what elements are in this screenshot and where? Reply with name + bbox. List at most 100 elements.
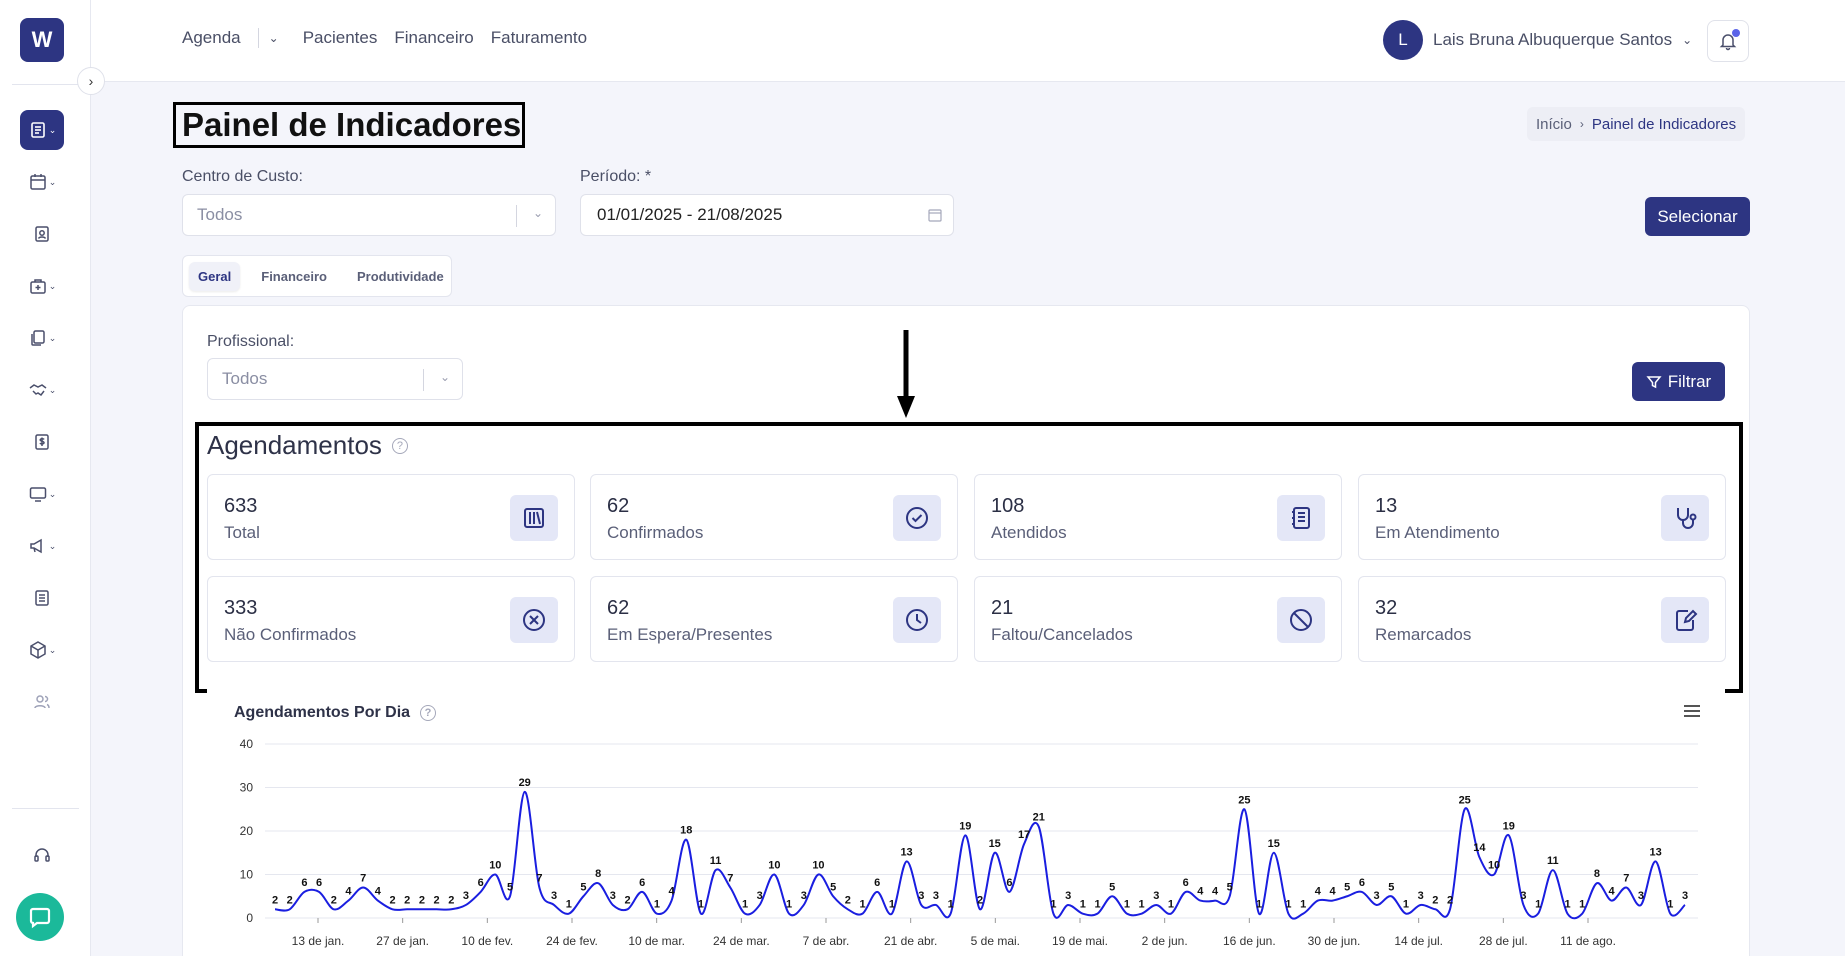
sidebar-item-users[interactable] [20, 682, 64, 722]
stat-value: 13 [1375, 495, 1398, 517]
centro-custo-select[interactable]: Todos ⌄ [182, 194, 556, 236]
data-label: 4 [1609, 886, 1616, 898]
data-label: 3 [933, 890, 939, 902]
selecionar-button[interactable]: Selecionar [1645, 197, 1750, 236]
x-tick-label: 16 de jun. [1223, 934, 1276, 948]
chart-title-text: Agendamentos Por Dia [234, 704, 411, 721]
data-label: 2 [845, 894, 851, 906]
data-label: 2 [1432, 894, 1438, 906]
stethoscope-icon [1661, 495, 1709, 541]
data-label: 1 [1564, 899, 1570, 911]
chevron-right-icon: › [88, 73, 94, 89]
chart-menu-icon[interactable] [1683, 703, 1701, 719]
profissional-label: Profissional: [207, 333, 295, 350]
data-label: 2 [419, 894, 425, 906]
sidebar-divider [12, 808, 79, 809]
data-label: 3 [1520, 890, 1526, 902]
data-label: 10 [812, 860, 824, 872]
y-tick-label: 20 [240, 824, 254, 838]
stat-label: Faltou/Cancelados [991, 625, 1133, 644]
data-label: 10 [489, 860, 501, 872]
data-label: 2 [624, 894, 630, 906]
filtrar-button[interactable]: Filtrar [1632, 362, 1725, 401]
sidebar-item-billing[interactable] [20, 422, 64, 462]
calendar-icon [29, 174, 46, 190]
tab-financeiro[interactable]: Financeiro [252, 262, 336, 291]
x-tick-label: 28 de jul. [1479, 934, 1528, 948]
data-label: 1 [948, 899, 954, 911]
data-label: 5 [507, 881, 513, 893]
nav-agenda[interactable]: Agenda [182, 28, 241, 48]
headset-icon [34, 848, 50, 862]
stat-label: Não Confirmados [224, 625, 357, 644]
tab-produtividade[interactable]: Produtividade [348, 262, 453, 291]
y-tick-label: 40 [240, 737, 254, 751]
data-label: 25 [1459, 794, 1471, 806]
tabs: Geral Financeiro Produtividade [182, 255, 452, 297]
data-label: 4 [1197, 886, 1204, 898]
sidebar-collapse-button[interactable]: › [77, 67, 105, 95]
sidebar-item-marketing[interactable]: ⌄ [20, 526, 64, 566]
notification-dot [1732, 29, 1740, 37]
data-label: 1 [1285, 899, 1291, 911]
stat-card-remarcados: 32 Remarcados [1358, 576, 1726, 662]
centro-custo-value: Todos [197, 205, 243, 224]
notifications-button[interactable] [1707, 20, 1749, 62]
stat-value: 62 [607, 495, 630, 517]
data-label: 3 [801, 890, 807, 902]
stat-label: Total [224, 523, 260, 542]
nav-financeiro[interactable]: Financeiro [394, 28, 473, 48]
stat-card-nao-confirmados: 333 Não Confirmados [207, 576, 575, 662]
chevron-down-icon: ⌄ [439, 370, 450, 384]
logo-letter: W [31, 27, 53, 52]
sidebar-item-inventory[interactable]: ⌄ [20, 630, 64, 670]
sidebar-item-documents[interactable]: ⌄ [20, 318, 64, 358]
chat-button[interactable] [16, 893, 64, 941]
breadcrumb-home[interactable]: Início [1536, 116, 1572, 133]
chevron-down-icon[interactable]: ⌄ [269, 31, 279, 45]
sidebar-item-medical[interactable]: ⌄ [20, 266, 64, 306]
nav-pacientes[interactable]: Pacientes [303, 28, 378, 48]
data-label: 1 [1094, 899, 1100, 911]
page-title: Painel de Indicadores [173, 102, 525, 148]
y-tick-label: 0 [246, 911, 253, 925]
stat-value: 108 [991, 495, 1025, 517]
data-label: 2 [1447, 894, 1453, 906]
sidebar-item-dashboard[interactable]: ⌄ [20, 110, 64, 150]
data-label: 6 [1006, 877, 1012, 889]
x-tick-label: 24 de mar. [713, 934, 770, 948]
users-icon [34, 695, 50, 709]
sidebar-item-monitor[interactable]: ⌄ [20, 474, 64, 514]
user-menu[interactable]: L Lais Bruna Albuquerque Santos ⌄ [1383, 20, 1692, 60]
nav-faturamento[interactable]: Faturamento [491, 28, 587, 48]
stat-label: Remarcados [1375, 625, 1472, 644]
data-label: 1 [1256, 899, 1262, 911]
filtrar-label: Filtrar [1667, 371, 1712, 391]
sidebar-item-reports[interactable] [20, 578, 64, 618]
data-label: 1 [698, 899, 704, 911]
help-icon[interactable]: ? [391, 437, 408, 454]
help-icon[interactable]: ? [420, 705, 437, 721]
profissional-select[interactable]: Todos ⌄ [207, 358, 463, 400]
data-label: 3 [1418, 890, 1424, 902]
data-label: 4 [1329, 886, 1336, 898]
sidebar-item-calendar[interactable]: ⌄ [20, 162, 64, 202]
sidebar-item-support[interactable] [20, 835, 64, 875]
tab-geral[interactable]: Geral [189, 261, 241, 291]
data-label: 1 [1168, 899, 1174, 911]
chevron-down-icon: ⌄ [48, 176, 57, 187]
section-title: Agendamentos ? [207, 430, 408, 461]
periodo-input[interactable]: 01/01/2025 - 21/08/2025 [580, 194, 954, 236]
chevron-down-icon: ⌄ [48, 124, 57, 135]
x-tick-label: 10 de mar. [628, 934, 685, 948]
section-title-text: Agendamentos [207, 430, 382, 460]
ban-icon [1277, 597, 1325, 643]
data-label: 8 [1594, 868, 1600, 880]
x-tick-label: 24 de fev. [546, 934, 598, 948]
sidebar-item-handshake[interactable]: ⌄ [20, 370, 64, 410]
app-logo[interactable]: W [20, 18, 64, 62]
data-label: 1 [1139, 899, 1145, 911]
sidebar-item-patient[interactable] [20, 214, 64, 254]
stat-card-total: 633 Total [207, 474, 575, 560]
avatar: L [1383, 20, 1423, 60]
